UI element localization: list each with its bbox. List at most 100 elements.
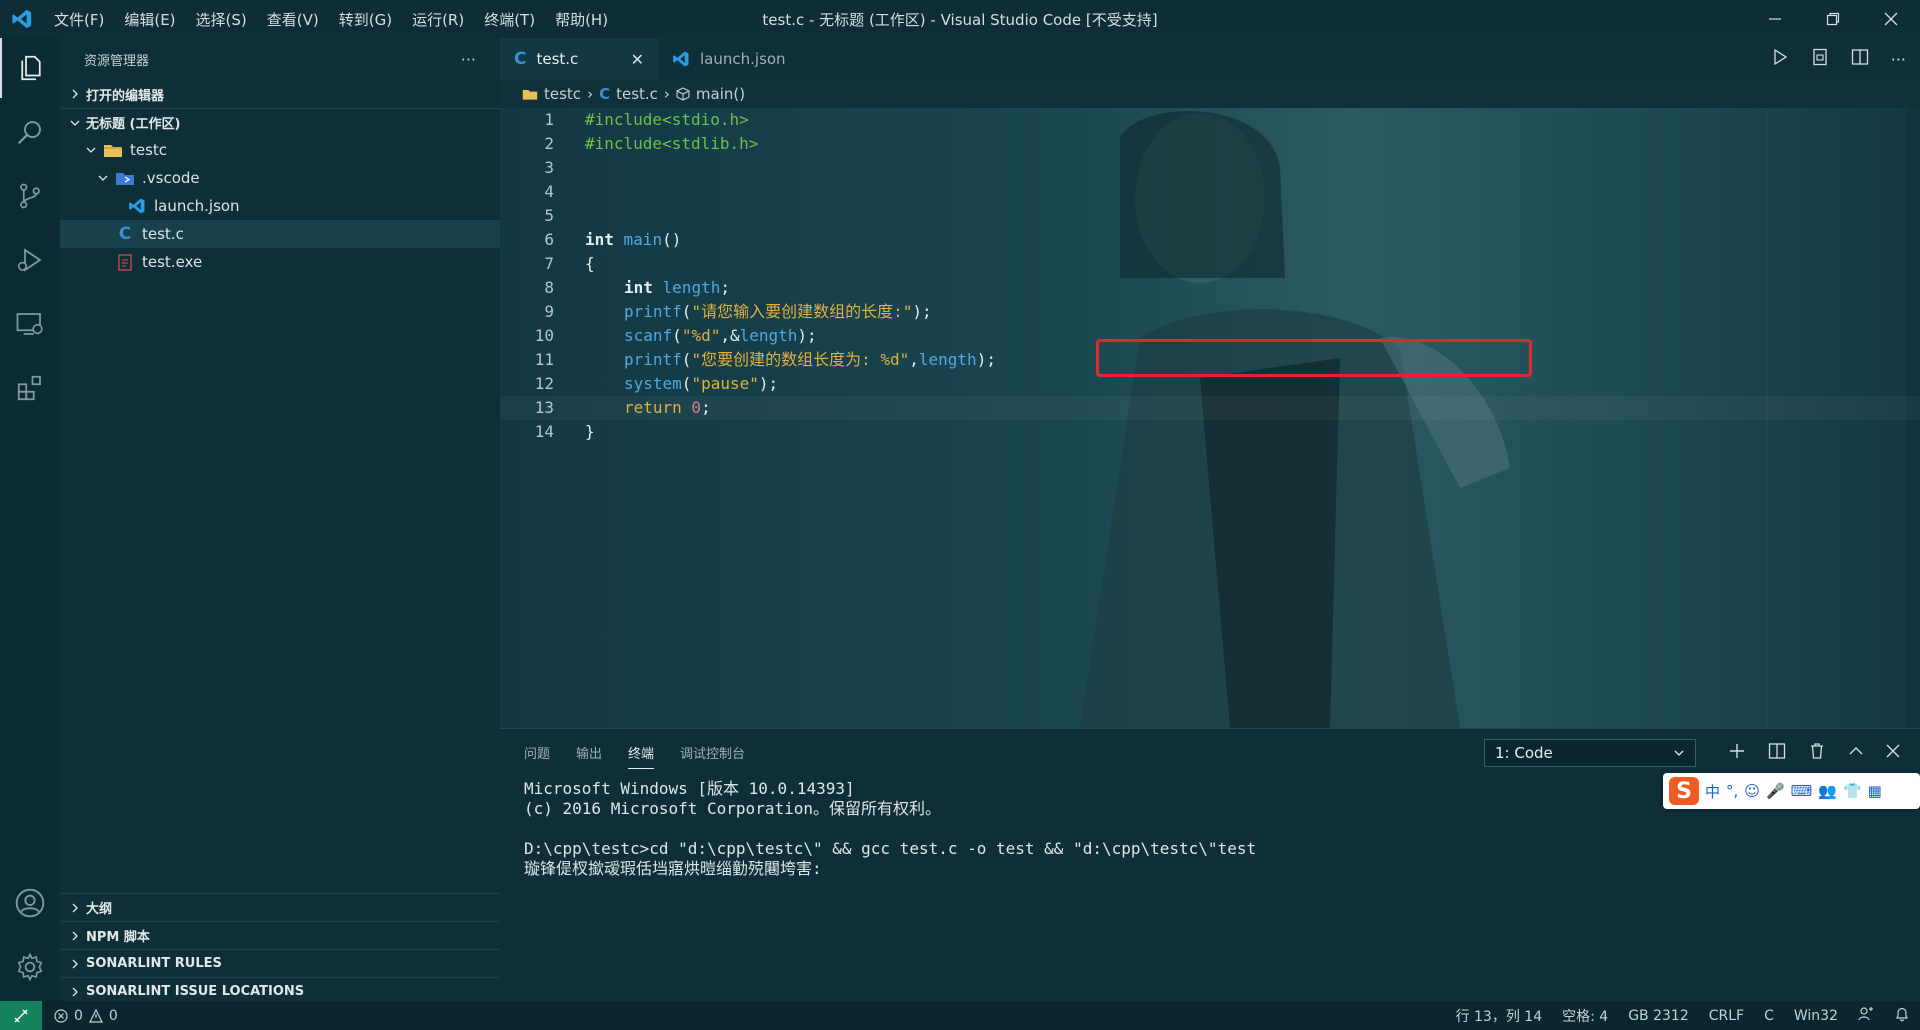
files-icon — [21, 55, 41, 81]
tree-folder-vscode[interactable]: .vscode — [60, 164, 500, 192]
tab-launch-json[interactable]: launch.json — [658, 38, 800, 80]
restore-button[interactable] — [1804, 0, 1862, 38]
close-panel-button[interactable] — [1886, 744, 1900, 762]
split-editor-button[interactable] — [1851, 48, 1869, 70]
split-icon — [1768, 743, 1786, 759]
line-number: 9 — [544, 302, 554, 321]
code-token: , — [909, 350, 919, 369]
menu-help[interactable]: 帮助(H) — [545, 9, 618, 30]
new-terminal-button[interactable] — [1728, 742, 1746, 764]
problems-status[interactable]: 0 0 — [42, 1008, 118, 1024]
end-of-line[interactable]: CRLF — [1709, 1008, 1744, 1024]
maximize-panel-button[interactable] — [1848, 743, 1864, 763]
c-file-icon: C — [514, 49, 527, 69]
minimap[interactable] — [1766, 108, 1906, 728]
encoding[interactable]: GB 2312 — [1628, 1008, 1689, 1024]
extensions-icon — [17, 375, 41, 401]
tree-file-test-c[interactable]: C test.c — [60, 220, 500, 248]
ime-toolbox-icon[interactable]: ▦ — [1868, 782, 1882, 800]
explorer-header: 资源管理器 ··· — [60, 38, 500, 80]
chevron-right-icon: › — [587, 85, 594, 103]
annotation-highlight-box — [1096, 339, 1532, 377]
sidebar-bottom-sections: 大纲 NPM 脚本 SONARLINT RULES SONARLINT ISSU… — [60, 893, 500, 1005]
menu-file[interactable]: 文件(F) — [44, 9, 114, 30]
outline-section[interactable]: 大纲 — [60, 893, 500, 921]
more-actions-button[interactable]: ··· — [461, 50, 476, 69]
code-token: ( — [681, 374, 692, 393]
terminal-select[interactable]: 1: Code — [1484, 739, 1696, 767]
terminal-output[interactable]: Microsoft Windows [版本 10.0.14393] (c) 201… — [524, 779, 1256, 879]
editor-actions: ··· — [1771, 38, 1906, 80]
split-editor-icon — [1851, 49, 1868, 65]
tab-label: launch.json — [700, 50, 786, 68]
code-line: 8 int length; — [500, 276, 1920, 300]
sonarlint-rules-section[interactable]: SONARLINT RULES — [60, 949, 500, 977]
language-mode[interactable]: C — [1764, 1008, 1774, 1024]
tab-output[interactable]: 输出 — [576, 743, 602, 769]
line-number: 1 — [544, 110, 554, 129]
search-activity[interactable] — [0, 102, 60, 162]
source-control-icon — [20, 183, 40, 209]
explorer-activity[interactable] — [0, 38, 60, 98]
minimize-button[interactable] — [1746, 0, 1804, 38]
remote-explorer-activity[interactable] — [0, 294, 60, 354]
code-line: 1 #include<stdio.h> — [500, 108, 1920, 132]
npm-scripts-section[interactable]: NPM 脚本 — [60, 921, 500, 949]
manage-activity[interactable] — [0, 937, 60, 997]
workspace-section[interactable]: 无标题 (工作区) — [60, 108, 500, 136]
tab-test-c[interactable]: C test.c ✕ — [500, 38, 658, 80]
close-tab-icon[interactable]: ✕ — [631, 50, 644, 69]
platform[interactable]: Win32 — [1794, 1008, 1838, 1024]
menu-run[interactable]: 运行(R) — [402, 9, 474, 30]
ime-voice-icon[interactable]: 🎤 — [1766, 782, 1785, 800]
code-token: ); — [758, 374, 779, 393]
menu-terminal[interactable]: 终端(T) — [474, 9, 545, 30]
explorer-title: 资源管理器 — [84, 53, 150, 69]
more-editor-actions-button[interactable]: ··· — [1891, 50, 1906, 69]
indentation[interactable]: 空格: 4 — [1562, 1006, 1608, 1026]
code-token: ); — [912, 302, 932, 321]
split-terminal-button[interactable] — [1768, 742, 1786, 764]
remote-indicator-button[interactable] — [0, 1001, 42, 1030]
tab-terminal[interactable]: 终端 — [628, 743, 655, 769]
feedback-button[interactable] — [1858, 1006, 1874, 1026]
menu-goto[interactable]: 转到(G) — [329, 9, 402, 30]
menu-edit[interactable]: 编辑(E) — [114, 9, 185, 30]
ime-skin-icon[interactable]: 👕 — [1843, 782, 1862, 800]
kill-terminal-button[interactable] — [1808, 742, 1826, 764]
tab-debug-console[interactable]: 调试控制台 — [680, 743, 745, 769]
ime-punctuation-icon[interactable]: °, — [1726, 782, 1738, 800]
close-window-button[interactable] — [1862, 0, 1920, 38]
extensions-activity[interactable] — [0, 358, 60, 418]
tree-folder-testc[interactable]: testc — [60, 136, 500, 164]
menu-view[interactable]: 查看(V) — [257, 9, 329, 30]
cursor-position[interactable]: 行 13，列 14 — [1456, 1006, 1543, 1026]
open-editors-label: 打开的编辑器 — [86, 88, 165, 104]
code-token: () — [662, 230, 682, 249]
menu-selection[interactable]: 选择(S) — [186, 9, 257, 30]
tab-problems[interactable]: 问题 — [524, 743, 550, 769]
ime-emoji-icon[interactable]: ☺ — [1744, 782, 1760, 800]
explorer-sidebar: 资源管理器 ··· 打开的编辑器 无标题 (工作区) testc .vscode… — [60, 38, 500, 1001]
source-control-activity[interactable] — [0, 166, 60, 226]
ime-toolbar[interactable]: S 中 °, ☺ 🎤 ⌨ 👥 👕 ▦ — [1663, 773, 1920, 809]
breadcrumb-symbol[interactable]: main() — [696, 85, 745, 103]
breadcrumb-folder[interactable]: testc — [544, 85, 581, 103]
ime-mode-zh[interactable]: 中 — [1705, 781, 1720, 802]
editor-scrollbar[interactable] — [1906, 108, 1920, 728]
notifications-button[interactable] — [1894, 1006, 1910, 1026]
ime-users-icon[interactable]: 👥 — [1818, 782, 1837, 800]
error-icon — [54, 1008, 68, 1023]
ime-keyboard-icon[interactable]: ⌨ — [1791, 782, 1813, 800]
open-preview-button[interactable] — [1811, 48, 1829, 70]
run-debug-activity[interactable] — [0, 230, 60, 290]
open-editors-section[interactable]: 打开的编辑器 — [60, 80, 500, 108]
code-token: printf — [624, 350, 682, 369]
close-icon — [1884, 12, 1898, 26]
code-editor[interactable]: 1 #include<stdio.h> 2 #include<stdlib.h> 3… — [500, 108, 1920, 728]
breadcrumb-file[interactable]: test.c — [616, 85, 658, 103]
tree-file-test-exe[interactable]: test.exe — [60, 248, 500, 276]
tree-file-launch-json[interactable]: launch.json — [60, 192, 500, 220]
run-code-button[interactable] — [1771, 48, 1789, 70]
accounts-activity[interactable] — [0, 873, 60, 933]
